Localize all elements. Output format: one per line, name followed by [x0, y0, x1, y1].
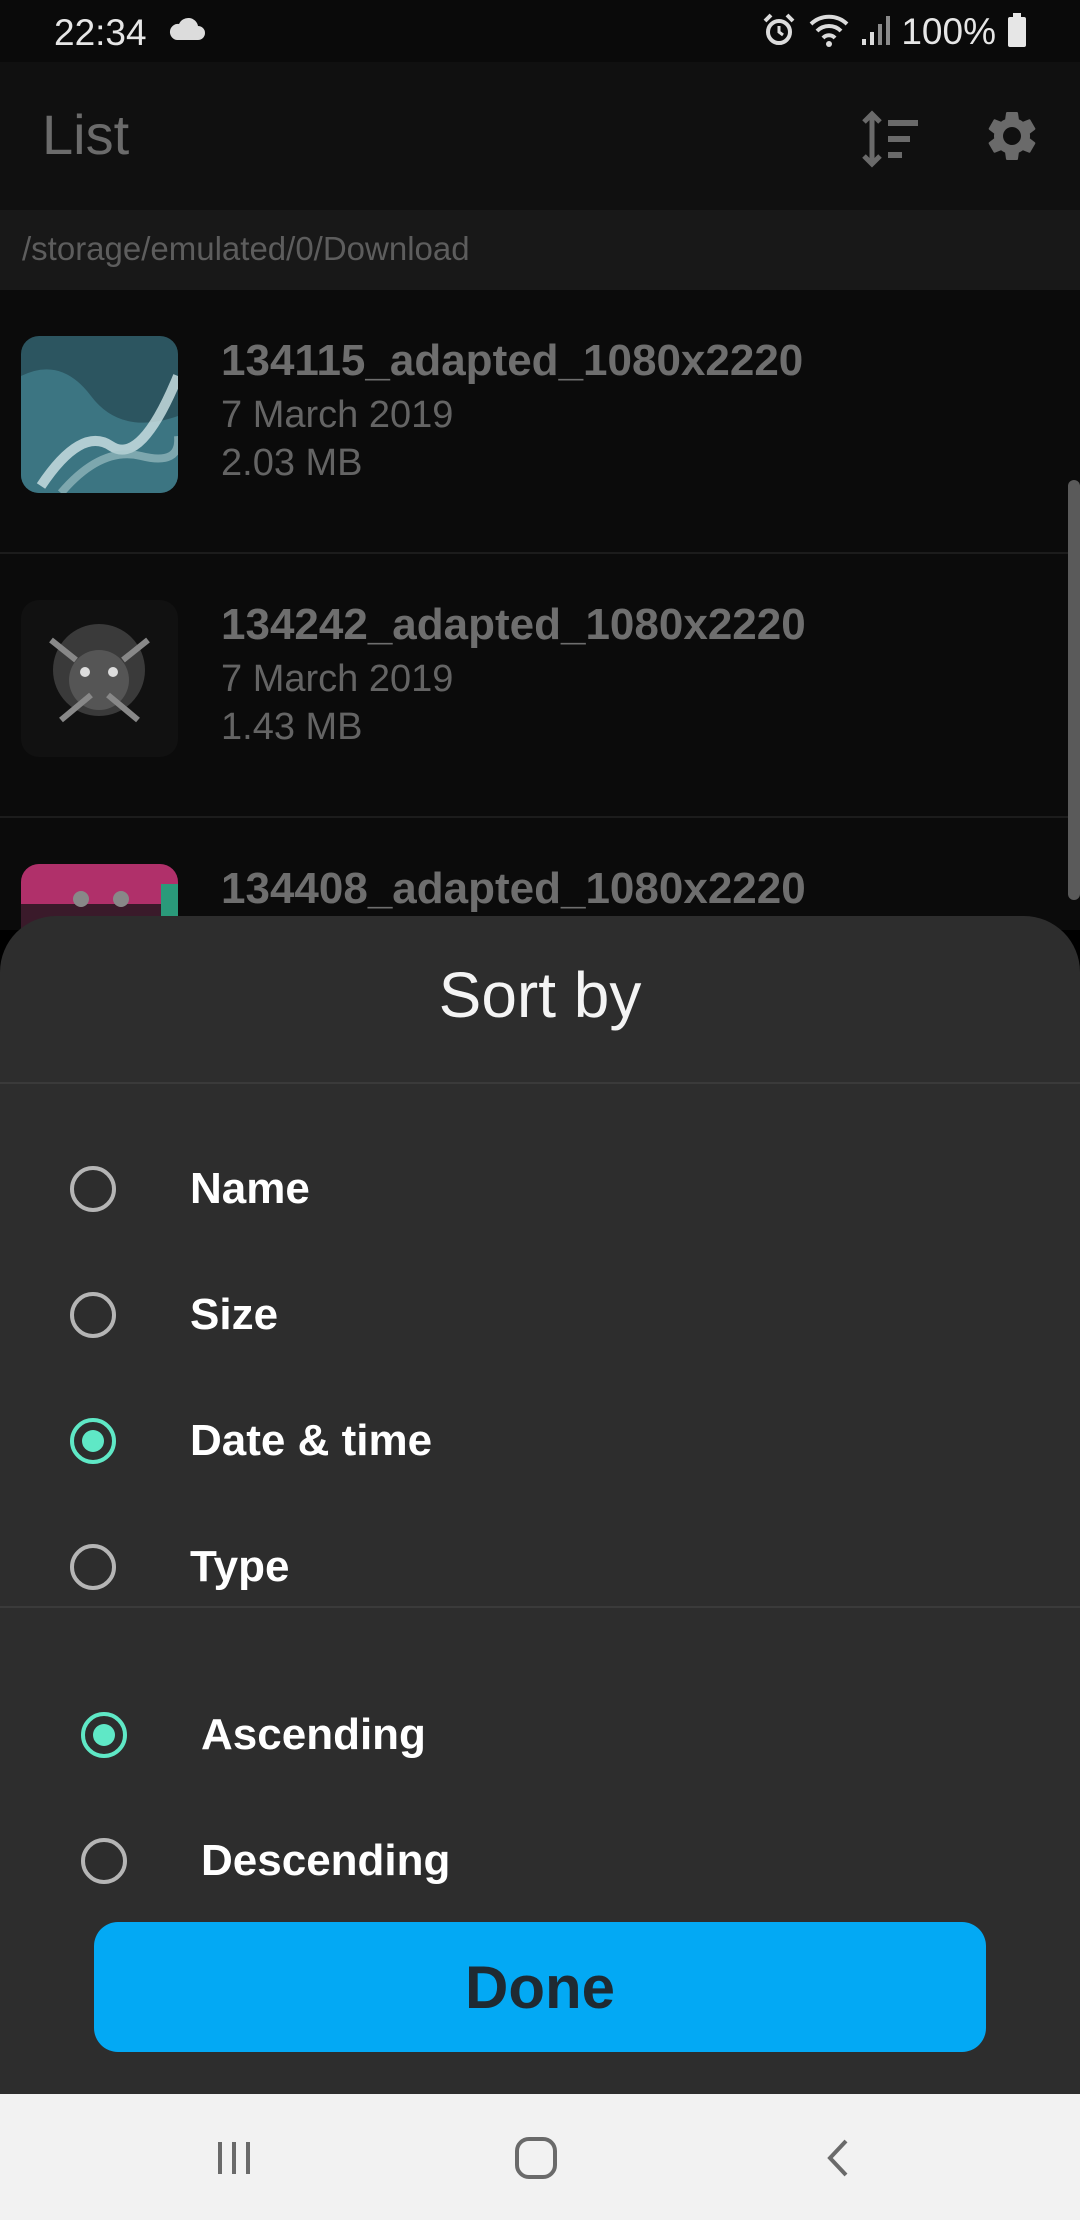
- alarm-icon: [761, 12, 797, 53]
- path-text: /storage/emulated/0/Download: [22, 230, 470, 267]
- file-date: 7 March 2019: [221, 658, 454, 700]
- battery-percent: 100%: [901, 11, 996, 52]
- file-item[interactable]: 134115_adapted_1080x2220 7 March 2019 2.…: [0, 290, 1080, 554]
- status-icons: 100%: [761, 10, 1028, 54]
- radio-button[interactable]: [70, 1292, 116, 1338]
- gear-icon: [988, 111, 1036, 160]
- recents-button[interactable]: [204, 2128, 264, 2188]
- sort-option-size[interactable]: Size: [70, 1270, 278, 1360]
- status-time: 22:34: [54, 12, 147, 53]
- home-button[interactable]: [506, 2128, 566, 2188]
- radio-button-selected[interactable]: [70, 1418, 116, 1464]
- file-name: 134408_adapted_1080x2220: [221, 864, 806, 913]
- battery-icon: [1006, 12, 1028, 53]
- sort-option-date-time[interactable]: Date & time: [70, 1396, 432, 1486]
- scrollbar[interactable]: [1068, 480, 1080, 900]
- option-label: Name: [190, 1164, 310, 1213]
- divider: [0, 1606, 1080, 1608]
- order-option-ascending[interactable]: Ascending: [81, 1690, 426, 1780]
- home-icon: [515, 2137, 557, 2179]
- settings-button[interactable]: [982, 106, 1052, 176]
- file-date: 7 March 2019: [221, 394, 454, 436]
- signal-icon: [861, 13, 891, 52]
- order-option-descending[interactable]: Descending: [81, 1816, 450, 1906]
- file-thumbnail: [21, 600, 178, 757]
- option-label: Size: [190, 1290, 279, 1339]
- radio-button[interactable]: [70, 1166, 116, 1212]
- file-list: 134115_adapted_1080x2220 7 March 2019 2.…: [0, 290, 1080, 930]
- done-button-label: Done: [465, 1953, 615, 2021]
- option-label: Ascending: [201, 1710, 426, 1759]
- radio-button[interactable]: [81, 1838, 127, 1884]
- cloud-icon: [168, 16, 206, 47]
- radio-button[interactable]: [70, 1544, 116, 1590]
- radio-button-selected[interactable]: [81, 1712, 127, 1758]
- file-name: 134242_adapted_1080x2220: [221, 600, 806, 649]
- sort-option-name[interactable]: Name: [70, 1144, 310, 1234]
- back-button[interactable]: [808, 2128, 868, 2188]
- path-breadcrumb: /storage/emulated/0/Download: [0, 210, 1080, 290]
- page-title: List: [42, 103, 130, 166]
- file-item[interactable]: 134408_adapted_1080x2220: [0, 818, 1080, 930]
- done-button[interactable]: Done: [94, 1922, 986, 2052]
- file-size: 1.43 MB: [221, 706, 363, 748]
- sheet-title: Sort by: [438, 959, 642, 1031]
- sort-option-type[interactable]: Type: [70, 1522, 289, 1612]
- option-label: Date & time: [190, 1416, 433, 1465]
- wifi-icon: [807, 12, 851, 53]
- file-item[interactable]: 134242_adapted_1080x2220 7 March 2019 1.…: [0, 554, 1080, 818]
- sort-button[interactable]: [858, 106, 924, 172]
- back-icon: [827, 2139, 848, 2177]
- app-bar: List: [0, 62, 1080, 210]
- option-label: Type: [190, 1542, 290, 1591]
- file-thumbnail: [21, 336, 178, 493]
- recents-icon: [218, 2142, 250, 2174]
- file-size: 2.03 MB: [221, 442, 363, 484]
- option-label: Descending: [201, 1836, 451, 1885]
- sort-icon: [862, 110, 918, 168]
- sort-bottom-sheet: Sort by Name Size Date & time Type Ascen…: [0, 916, 1080, 2094]
- file-name: 134115_adapted_1080x2220: [221, 336, 804, 385]
- divider: [0, 1082, 1080, 1084]
- navigation-bar: [0, 2094, 1080, 2220]
- status-bar: 22:34 100%: [0, 0, 1080, 62]
